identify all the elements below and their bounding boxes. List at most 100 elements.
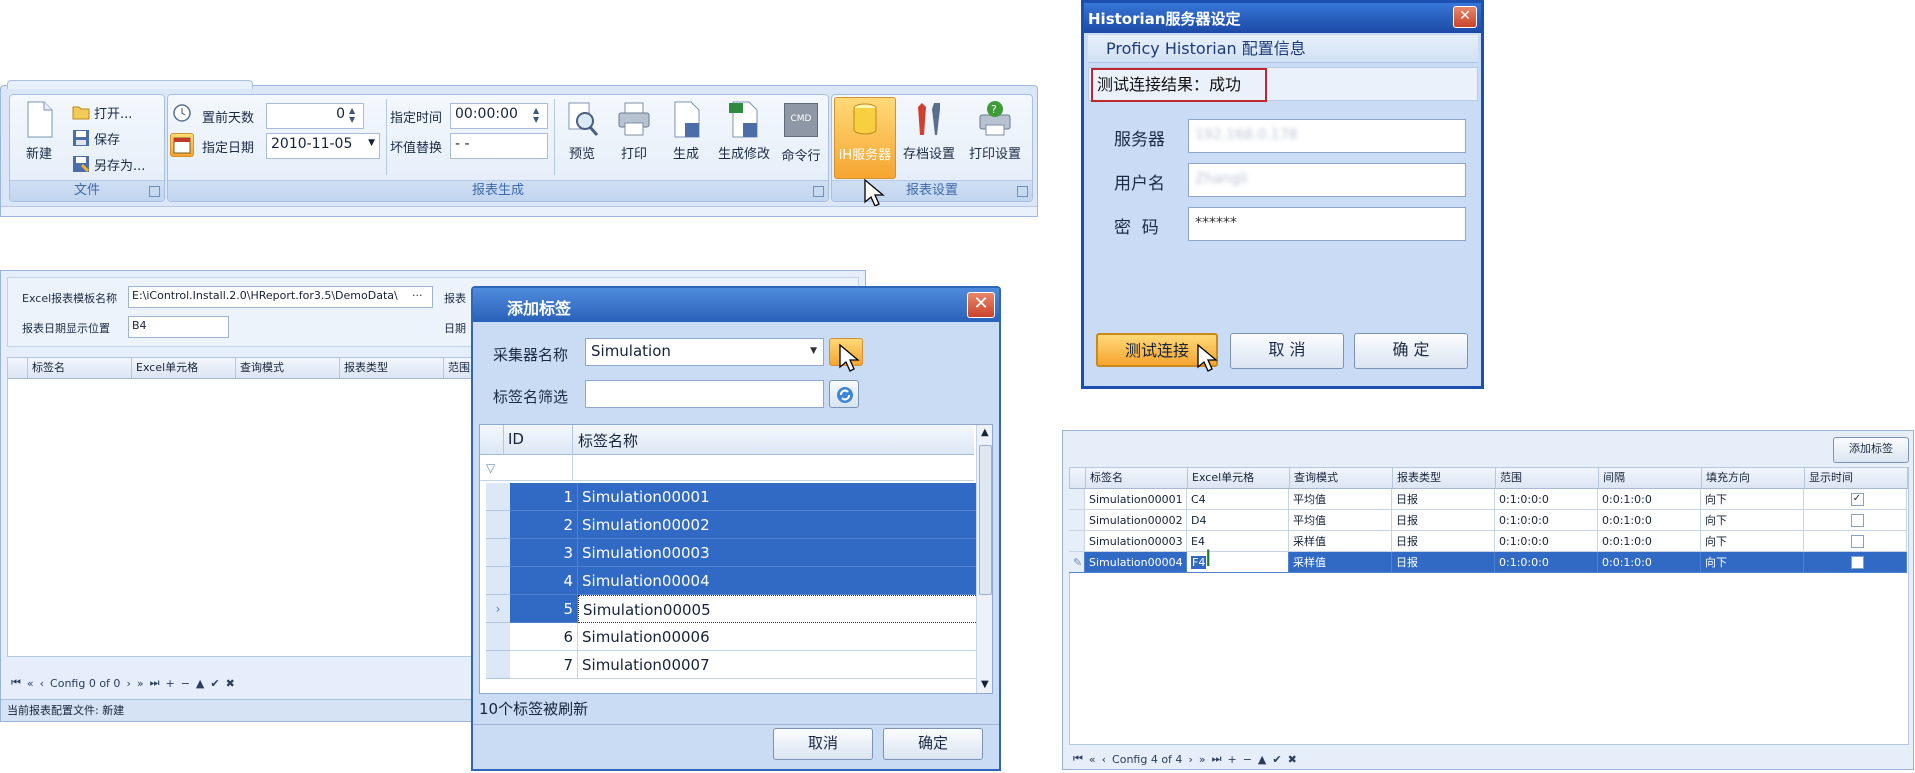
cell-interval[interactable]: 0:0:1:0:0 xyxy=(1598,552,1701,573)
spin-arrows-icon[interactable]: ▲ ▼ xyxy=(533,106,545,124)
dropdown-arrow-icon[interactable]: ▼ xyxy=(810,339,817,363)
edit-record-icon[interactable]: ▲ xyxy=(1258,753,1266,766)
cell-range[interactable]: 0:1:0:0:0 xyxy=(1495,531,1598,552)
delete-record-icon[interactable]: − xyxy=(1243,753,1252,766)
tag-row[interactable]: 6 Simulation00006 xyxy=(486,623,980,651)
next-page-icon[interactable]: » xyxy=(1199,753,1206,766)
col-id[interactable]: ID xyxy=(508,430,524,448)
col-query-mode[interactable]: 查询模式 xyxy=(1290,468,1393,488)
vertical-scrollbar[interactable]: ▲ ▼ xyxy=(976,425,992,693)
col-report-type[interactable]: 报表类型 xyxy=(1393,468,1496,488)
add-tag-button[interactable]: 添加标签 xyxy=(1833,437,1909,463)
prev-page-icon[interactable]: « xyxy=(27,677,34,690)
spin-arrows-icon[interactable]: ▲ ▼ xyxy=(349,106,361,124)
open-button[interactable]: 打开... xyxy=(72,101,132,123)
col-fill-direction[interactable]: 填充方向 xyxy=(1702,468,1805,488)
cell-type[interactable]: 日报 xyxy=(1392,489,1495,510)
ok-button[interactable]: 确定 xyxy=(883,728,983,760)
days-before-input[interactable]: 0 ▲ ▼ xyxy=(266,103,364,129)
table-row[interactable]: Simulation00002 D4 平均值 日报 0:1:0:0:0 0:0:… xyxy=(1069,510,1909,531)
first-record-icon[interactable]: ⏮ xyxy=(1073,752,1083,766)
col-range[interactable]: 范围 xyxy=(1496,468,1599,488)
col-tag-name[interactable]: 标签名 xyxy=(28,358,132,378)
save-as-button[interactable]: 另存为... xyxy=(72,153,145,175)
table-row-selected[interactable]: ✎ Simulation00004 F4 采样值 日报 0:1:0:0:0 0:… xyxy=(1069,552,1909,573)
cell-direction[interactable]: 向下 xyxy=(1701,552,1804,573)
show-time-checkbox[interactable] xyxy=(1850,556,1864,569)
cell-show-time[interactable]: ✓ xyxy=(1804,489,1907,510)
close-icon[interactable]: ✕ xyxy=(967,292,995,318)
generate-button[interactable]: 生成 xyxy=(662,99,710,162)
date-picker[interactable]: 2010-11-05 ▼ xyxy=(266,133,380,159)
next-record-icon[interactable]: › xyxy=(1188,753,1192,766)
cell-tag[interactable]: Simulation00002 xyxy=(1085,510,1187,531)
search-button[interactable] xyxy=(829,338,863,372)
cell-mode[interactable]: 平均值 xyxy=(1289,489,1392,510)
show-time-checkbox[interactable] xyxy=(1850,535,1864,548)
cell-excel[interactable]: D4 xyxy=(1187,510,1289,531)
cell-tag[interactable]: Simulation00003 xyxy=(1085,531,1187,552)
cancel-record-icon[interactable]: ✖ xyxy=(1288,753,1297,766)
show-time-checkbox[interactable]: ✓ xyxy=(1850,493,1864,506)
cancel-button[interactable]: 取消 xyxy=(773,728,873,760)
cell-range[interactable]: 0:1:0:0:0 xyxy=(1495,552,1598,573)
cell-interval[interactable]: 0:0:1:0:0 xyxy=(1598,489,1701,510)
cell-excel-editing[interactable]: F4 xyxy=(1187,552,1289,573)
tag-row[interactable]: 4 Simulation00004 xyxy=(486,567,980,595)
cell-direction[interactable]: 向下 xyxy=(1701,531,1804,552)
cell-interval[interactable]: 0:0:1:0:0 xyxy=(1598,510,1701,531)
scroll-down-icon[interactable]: ▼ xyxy=(981,679,989,690)
calendar-icon[interactable] xyxy=(170,133,194,157)
cell-tag[interactable]: Simulation00001 xyxy=(1085,489,1187,510)
preview-button[interactable]: 预览 xyxy=(558,99,606,162)
generate-edit-button[interactable]: 生成修改 xyxy=(712,99,776,162)
time-input[interactable]: 00:00:00 ▲ ▼ xyxy=(450,103,548,129)
tag-row[interactable]: 3 Simulation00003 xyxy=(486,539,980,567)
username-input[interactable]: Zhangli xyxy=(1188,163,1466,197)
tag-filter-input[interactable] xyxy=(585,380,824,408)
col-report-type[interactable]: 报表类型 xyxy=(340,358,444,378)
new-button[interactable]: 新建 xyxy=(16,99,62,162)
next-record-icon[interactable]: › xyxy=(126,677,130,690)
next-page-icon[interactable]: » xyxy=(137,677,144,690)
password-input[interactable]: ****** xyxy=(1188,207,1466,241)
cell-mode[interactable]: 采样值 xyxy=(1289,552,1392,573)
template-path-input[interactable]: E:\iControl.Install.2.0\HReport.for3.5\D… xyxy=(128,286,433,308)
print-settings-button[interactable]: ? 打印设置 xyxy=(962,99,1028,162)
cancel-record-icon[interactable]: ✖ xyxy=(226,677,235,690)
table-row[interactable]: Simulation00003 E4 采样值 日报 0:1:0:0:0 0:0:… xyxy=(1069,531,1909,552)
cell-tag[interactable]: Simulation00004 xyxy=(1085,552,1187,573)
cell-interval[interactable]: 0:0:1:0:0 xyxy=(1598,531,1701,552)
cell-direction[interactable]: 向下 xyxy=(1701,489,1804,510)
scroll-thumb[interactable] xyxy=(979,445,992,595)
col-interval[interactable]: 间隔 xyxy=(1599,468,1702,488)
tag-row[interactable]: › 5 Simulation00005 xyxy=(486,595,980,623)
cell-show-time[interactable] xyxy=(1804,552,1907,573)
server-input[interactable]: 192.168.0.178 xyxy=(1188,119,1466,153)
last-record-icon[interactable]: ⏭ xyxy=(1212,752,1222,766)
scroll-up-icon[interactable]: ▲ xyxy=(981,427,989,438)
col-excel-cell[interactable]: Excel单元格 xyxy=(1188,468,1290,488)
table-row[interactable]: Simulation00001 C4 平均值 日报 0:1:0:0:0 0:0:… xyxy=(1069,489,1909,510)
cell-show-time[interactable] xyxy=(1804,531,1907,552)
command-line-button[interactable]: CMD 命令行 xyxy=(776,99,826,164)
cell-type[interactable]: 日报 xyxy=(1392,552,1495,573)
edit-record-icon[interactable]: ▲ xyxy=(196,677,204,690)
close-icon[interactable]: ✕ xyxy=(1453,6,1477,28)
cell-direction[interactable]: 向下 xyxy=(1701,510,1804,531)
last-record-icon[interactable]: ⏭ xyxy=(150,676,160,690)
delete-record-icon[interactable]: − xyxy=(181,677,190,690)
col-show-time[interactable]: 显示时间 xyxy=(1805,468,1908,488)
prev-page-icon[interactable]: « xyxy=(1089,753,1096,766)
tag-row[interactable]: 1 Simulation00001 xyxy=(486,483,980,511)
cell-mode[interactable]: 采样值 xyxy=(1289,531,1392,552)
cell-type[interactable]: 日报 xyxy=(1392,531,1495,552)
settings-group-launcher-icon[interactable] xyxy=(1017,186,1028,197)
browse-ellipsis-icon[interactable]: ··· xyxy=(412,289,423,302)
report-group-launcher-icon[interactable] xyxy=(813,186,824,197)
add-record-icon[interactable]: + xyxy=(1227,753,1236,766)
refresh-button[interactable] xyxy=(829,380,859,408)
col-excel-cell[interactable]: Excel单元格 xyxy=(132,358,236,378)
cell-excel[interactable]: E4 xyxy=(1187,531,1289,552)
save-button[interactable]: 保存 xyxy=(72,127,120,149)
